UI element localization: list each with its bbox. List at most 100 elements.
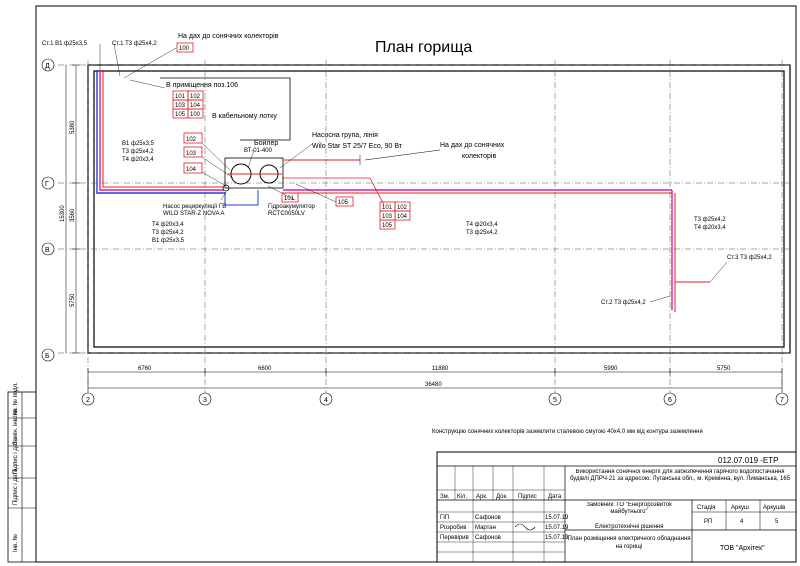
label-accumulator-1: Гідроакумулятор [268, 204, 316, 210]
dim-11880: 11880 [432, 366, 449, 372]
box-g2-1: 103 [186, 151, 197, 157]
ref-boxes-group-2: 102 103 104 [183, 132, 203, 174]
box-g1-3: 104 [190, 103, 201, 109]
stamp-role-checker: Перевірив [440, 535, 469, 541]
side-stamp-zamin: Замін. інв. № [12, 408, 19, 445]
side-stamp-inv: Інв. № [12, 534, 19, 552]
box-g4-1: 102 [397, 205, 408, 211]
label-accumulator-2: RCTC0050LV [268, 211, 305, 217]
axis-number-2: 2 [86, 397, 90, 404]
axis-number-7: 7 [780, 397, 784, 404]
stamp-section: Електротехнічні рішення [595, 524, 664, 530]
side-stamp-sign-date-2: Підпис і дата [13, 468, 19, 505]
box-g3-0: 101 [284, 196, 295, 202]
axis-letter-g: Г [45, 181, 49, 188]
stamp-org: ТОВ "Архітек" [720, 544, 765, 552]
box-g1-5: 100 [190, 112, 201, 118]
attic-plan-drawing: Інв. № подл. Підпис і дата Замін. інв. №… [7, 5, 797, 563]
vertical-axes [87, 60, 783, 395]
label-pipes-mid-1: Т4 ф20х3,4 [466, 222, 498, 228]
label-boiler-title: Бойлер [254, 139, 278, 147]
label-st1-v1: Ст.1 В1 ф25х3,5 [42, 41, 88, 47]
stamp-col-dok: Док. [496, 494, 508, 500]
box-100-top: 100 [179, 46, 190, 52]
axis-number-5: 5 [553, 397, 557, 404]
dim-6760: 6760 [138, 366, 152, 372]
axis-number-4: 4 [324, 397, 328, 404]
title-block: 012.07.019 -ЕТР Використання сонячної ен… [436, 451, 797, 563]
stamp-col-signature: Підпис [518, 494, 537, 500]
plan-title: План горища [375, 39, 472, 56]
label-pipes-under-3: В1 ф25х3,5 [152, 238, 185, 244]
label-boiler-model: ВТ-01-400 [244, 148, 273, 154]
stamp-role-developer: Розробив [440, 525, 466, 531]
box-g4-2: 103 [382, 214, 393, 220]
stamp-sheet-title: План розміщення електричного обладнання … [567, 536, 691, 550]
box-g2-2: 104 [186, 167, 197, 173]
dim-6600: 6600 [258, 366, 272, 372]
pipelines [96, 70, 710, 312]
label-recirc-pump-1: Насос рециркуляції ГВ [163, 204, 226, 210]
ref-boxes-group-1: 101 102 103 104 105 100 [172, 90, 204, 119]
label-pipes-left-1: В1 ф25х3,5 [122, 141, 155, 147]
dim-5990: 5990 [604, 366, 618, 372]
stamp-stage-header: Стадія [697, 505, 715, 511]
label-recirc-pump-2: WILO STAR-Z NOVA A [163, 211, 224, 217]
dim-5380: 5380 [70, 120, 76, 134]
box-g4-4: 105 [382, 223, 393, 229]
axis-letter-v: В [45, 247, 50, 254]
label-pipes-left-3: Т4 ф20х3,4 [122, 157, 154, 163]
stamp-name-developer: Мартан [475, 525, 496, 531]
stamp-customer: Замовник: ГО "Енергорозвиток майбутнього… [586, 502, 672, 515]
left-dimensions: 5380 3560 15300 5750 [60, 64, 80, 354]
label-roof-collectors-right-2: колекторів [462, 152, 496, 160]
axis-letter-b: Б [45, 353, 50, 360]
stamp-date-gip: 15.07.19 [545, 515, 569, 521]
side-stamp: Інв. № подл. Підпис і дата Замін. інв. №… [7, 382, 37, 563]
axis-number-6: 6 [668, 397, 672, 404]
dim-5750: 5750 [70, 293, 76, 307]
axis-letter-d: Д [45, 63, 50, 70]
box-g4-0: 101 [382, 205, 393, 211]
label-roof-collectors-right-1: На дах до сонячних [440, 142, 505, 149]
label-pipes-under-2: Т3 ф25х4,2 [152, 230, 184, 236]
label-pipes-mid-2: Т3 ф25х4,2 [466, 230, 498, 236]
label-grounding-note: Конструкцію сонячних колекторів заземлит… [432, 429, 703, 435]
axis-letter-markers: Д Г В Б [41, 58, 55, 362]
dim-36480: 36480 [425, 382, 442, 388]
stamp-col-date: Дата [548, 494, 562, 500]
axis-number-3: 3 [203, 397, 207, 404]
plan-labels: Ст.1 В1 ф25х3,5 Ст.1 Т3 ф25х4,2 На дах д… [42, 32, 772, 435]
stamp-project-desc: Використання сонячної енергії для забезп… [569, 469, 791, 482]
label-roof-collectors-top: На дах до сонячних колекторів [178, 32, 279, 40]
dim-5750: 5750 [717, 366, 731, 372]
box-g1-0: 101 [175, 94, 186, 100]
stamp-role-gip: ГІП [440, 515, 449, 521]
dim-3560: 3560 [70, 208, 76, 222]
label-pipes-right-2: Т4 ф20х3,4 [694, 225, 726, 231]
box-g1-2: 103 [175, 103, 186, 109]
label-st3-t3: Ст.3 Т3 ф25х4,2 [727, 255, 772, 261]
label-pipes-under-1: Т4 ф20х3,4 [152, 222, 184, 228]
stamp-stage-value: РП [704, 519, 712, 525]
box-g3-1: 105 [338, 200, 349, 206]
stamp-sheet-header: Аркуш [731, 505, 749, 511]
box-g1-1: 102 [190, 94, 201, 100]
label-pipes-right-1: Т3 ф25х4,2 [694, 217, 726, 223]
bottom-dimensions: 6760 6600 11880 5990 5750 36480 [87, 366, 783, 392]
label-pump-group-1: Насосна група, лінія [312, 131, 378, 139]
stamp-date-checker: 15.07.19 [545, 535, 569, 541]
stamp-code: 012.07.019 -ЕТР [718, 456, 778, 465]
stamp-name-checker: Сафонов [475, 535, 501, 541]
box-g2-0: 102 [186, 137, 197, 143]
stamp-col-zm: Зм. [440, 494, 450, 500]
stamp-sheets-header: Аркушів [763, 505, 785, 511]
stamp-name-gip: Сафонов [475, 515, 501, 521]
box-g1-4: 105 [175, 112, 186, 118]
ref-boxes-group-4: 101 102 103 104 105 [379, 201, 411, 230]
box-g4-3: 104 [397, 214, 408, 220]
label-st2-t3: Ст.2 Т3 ф25х4,2 [601, 300, 646, 306]
dim-15300: 15300 [60, 205, 66, 222]
label-pump-group-2: Wilo Star ST 25/7 Eco, 90 Вт [312, 143, 403, 150]
label-in-cable-tray: В кабельному лотку [212, 112, 277, 120]
